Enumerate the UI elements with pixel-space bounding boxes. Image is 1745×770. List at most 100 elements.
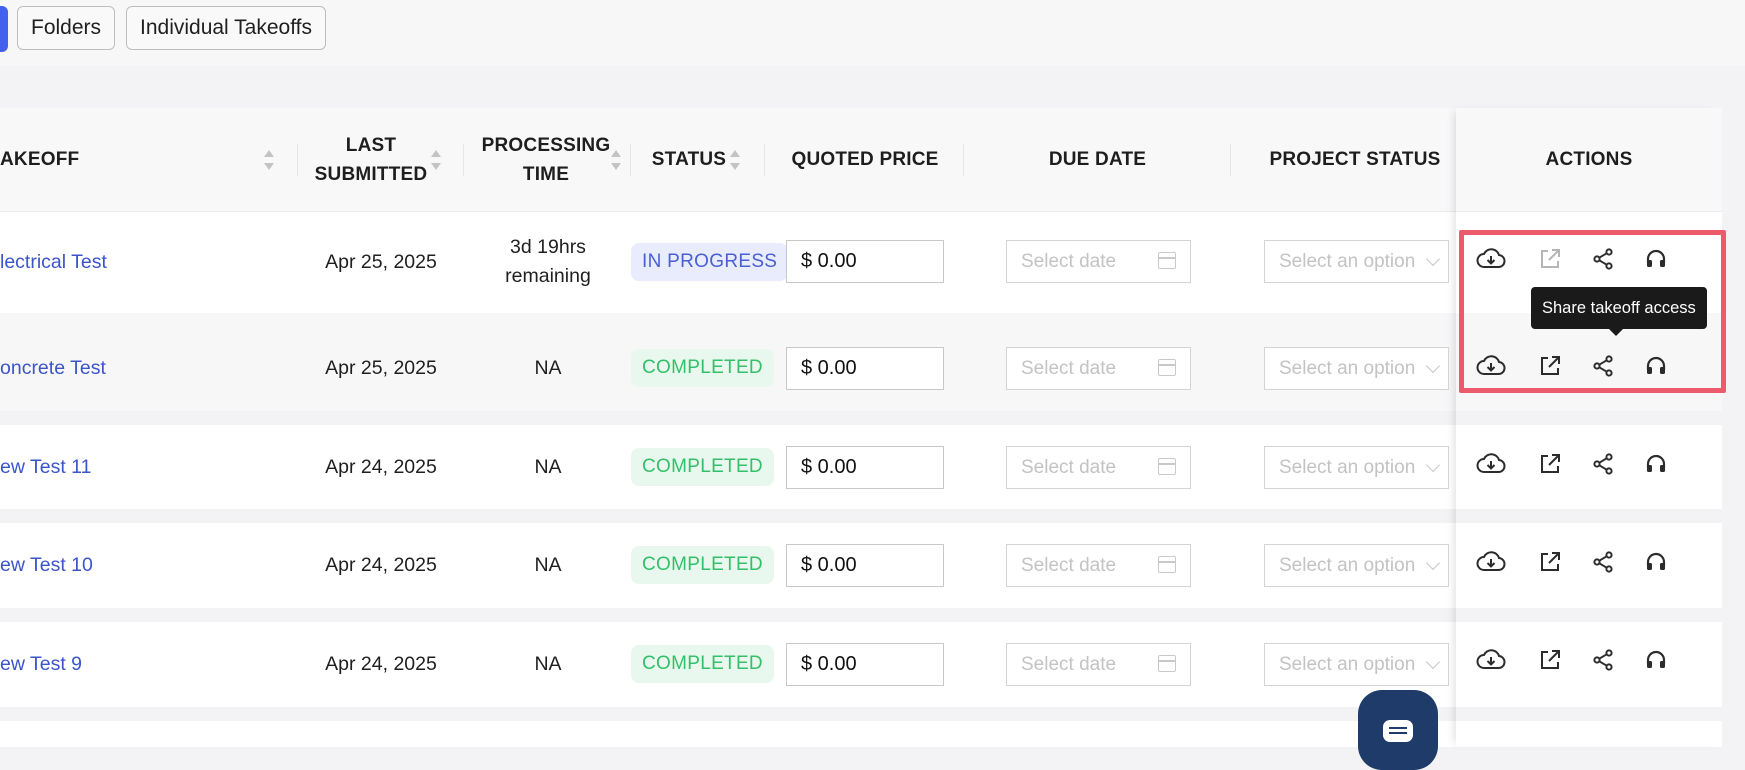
due-date-cell: Select date [1006, 544, 1191, 587]
header-status-label: STATUS [651, 149, 727, 170]
calendar-icon [1158, 556, 1176, 573]
processing-time-cell: NA [534, 455, 562, 478]
cloud-download-icon[interactable] [1475, 546, 1507, 578]
last-submitted-cell: Apr 25, 2025 [325, 356, 437, 379]
due-date-cell: Select date [1006, 240, 1191, 283]
processing-time-cell: NA [534, 652, 562, 675]
chat-icon [1383, 720, 1413, 742]
sort-takeoff-icon[interactable] [263, 150, 275, 170]
column-divider [630, 144, 631, 176]
takeoff-name-link[interactable]: oncrete Test [0, 357, 106, 380]
project-status-select[interactable]: Select an option [1264, 240, 1449, 283]
takeoff-name-cell: ew Test 11 [0, 447, 91, 487]
takeoff-name-cell: lectrical Test [0, 242, 107, 282]
status-cell: COMPLETED [631, 448, 774, 486]
tab-folders[interactable]: Folders [17, 6, 116, 50]
takeoff-name-cell: ew Test 9 [0, 644, 82, 684]
share-icon[interactable] [1587, 546, 1619, 578]
share-icon[interactable] [1587, 644, 1619, 676]
sort-last-submitted-icon[interactable] [430, 150, 442, 170]
due-date-picker[interactable]: Select date [1006, 347, 1191, 390]
column-divider [963, 144, 964, 176]
processing-time-cell: NA [534, 553, 562, 576]
status-badge: COMPLETED [631, 349, 774, 387]
cloud-download-icon[interactable] [1475, 644, 1507, 676]
headphones-icon[interactable] [1640, 546, 1672, 578]
project-status-placeholder: Select an option [1279, 654, 1416, 675]
takeoff-name-link[interactable]: ew Test 9 [0, 653, 82, 676]
chevron-down-icon [1425, 358, 1441, 374]
due-date-placeholder: Select date [1021, 654, 1117, 675]
quoted-price-cell: $ 0.00 [786, 347, 944, 390]
takeoff-name-link[interactable]: ew Test 10 [0, 554, 93, 577]
share-icon[interactable] [1587, 448, 1619, 480]
header-last-submitted[interactable]: LAST SUBMITTED [306, 108, 436, 211]
due-date-cell: Select date [1006, 643, 1191, 686]
processing-time-line2: remaining [505, 265, 591, 287]
quoted-price-cell: $ 0.00 [786, 544, 944, 587]
processing-time-cell: 3d 19hrs remaining [476, 232, 620, 292]
project-status-placeholder: Select an option [1279, 358, 1416, 379]
cloud-download-icon[interactable] [1475, 448, 1507, 480]
header-takeoff-label: AKEOFF [0, 149, 80, 170]
project-status-select[interactable]: Select an option [1264, 544, 1449, 587]
external-link-icon[interactable] [1534, 546, 1566, 578]
due-date-cell: Select date [1006, 446, 1191, 489]
quoted-price-input[interactable]: $ 0.00 [786, 446, 944, 489]
column-divider [764, 144, 765, 176]
sort-processing-time-icon[interactable] [610, 150, 622, 170]
column-divider [1230, 144, 1231, 176]
external-link-icon[interactable] [1534, 644, 1566, 676]
header-processing-time-line2: TIME [522, 163, 570, 185]
quoted-price-input[interactable]: $ 0.00 [786, 643, 944, 686]
header-last-submitted-line1: LAST [345, 134, 397, 156]
takeoff-name-link[interactable]: ew Test 11 [0, 456, 91, 479]
status-cell: COMPLETED [631, 349, 774, 387]
chevron-down-icon [1425, 251, 1441, 267]
header-processing-time[interactable]: PROCESSING TIME [476, 108, 616, 211]
due-date-placeholder: Select date [1021, 358, 1117, 379]
due-date-picker[interactable]: Select date [1006, 446, 1191, 489]
project-status-select[interactable]: Select an option [1264, 446, 1449, 489]
due-date-placeholder: Select date [1021, 555, 1117, 576]
calendar-icon [1158, 252, 1176, 269]
status-badge: COMPLETED [631, 645, 774, 683]
headphones-icon[interactable] [1640, 448, 1672, 480]
tab-individual-takeoffs[interactable]: Individual Takeoffs [126, 6, 327, 50]
last-submitted-cell: Apr 25, 2025 [325, 250, 437, 273]
column-divider [463, 144, 464, 176]
project-status-select[interactable]: Select an option [1264, 347, 1449, 390]
last-submitted-cell: Apr 24, 2025 [325, 455, 437, 478]
header-project-status: PROJECT STATUS [1255, 108, 1455, 211]
chevron-down-icon [1425, 654, 1441, 670]
status-cell: COMPLETED [631, 645, 774, 683]
quoted-price-input[interactable]: $ 0.00 [786, 544, 944, 587]
status-badge: COMPLETED [631, 448, 774, 486]
status-badge: IN PROGRESS [631, 243, 789, 281]
chat-launcher-button[interactable] [1358, 690, 1438, 770]
project-status-cell: Select an option [1264, 347, 1449, 390]
last-submitted-cell: Apr 24, 2025 [325, 652, 437, 675]
processing-time-cell: NA [534, 356, 562, 379]
due-date-picker[interactable]: Select date [1006, 544, 1191, 587]
header-status[interactable]: STATUS [640, 108, 738, 211]
share-tooltip: Share takeoff access [1531, 287, 1707, 336]
takeoff-name-link[interactable]: lectrical Test [0, 251, 107, 274]
due-date-picker[interactable]: Select date [1006, 643, 1191, 686]
header-takeoff[interactable]: AKEOFF [0, 108, 79, 211]
project-status-cell: Select an option [1264, 240, 1449, 283]
header-due-date-label: DUE DATE [1048, 149, 1147, 170]
calendar-icon [1158, 655, 1176, 672]
project-status-cell: Select an option [1264, 446, 1449, 489]
project-status-select[interactable]: Select an option [1264, 643, 1449, 686]
quoted-price-cell: $ 0.00 [786, 240, 944, 283]
quoted-price-input[interactable]: $ 0.00 [786, 240, 944, 283]
active-tab-button[interactable] [0, 6, 8, 52]
due-date-picker[interactable]: Select date [1006, 240, 1191, 283]
header-last-submitted-line2: SUBMITTED [314, 163, 428, 185]
quoted-price-input[interactable]: $ 0.00 [786, 347, 944, 390]
chevron-down-icon [1425, 457, 1441, 473]
sort-status-icon[interactable] [729, 150, 741, 170]
headphones-icon[interactable] [1640, 644, 1672, 676]
external-link-icon[interactable] [1534, 448, 1566, 480]
